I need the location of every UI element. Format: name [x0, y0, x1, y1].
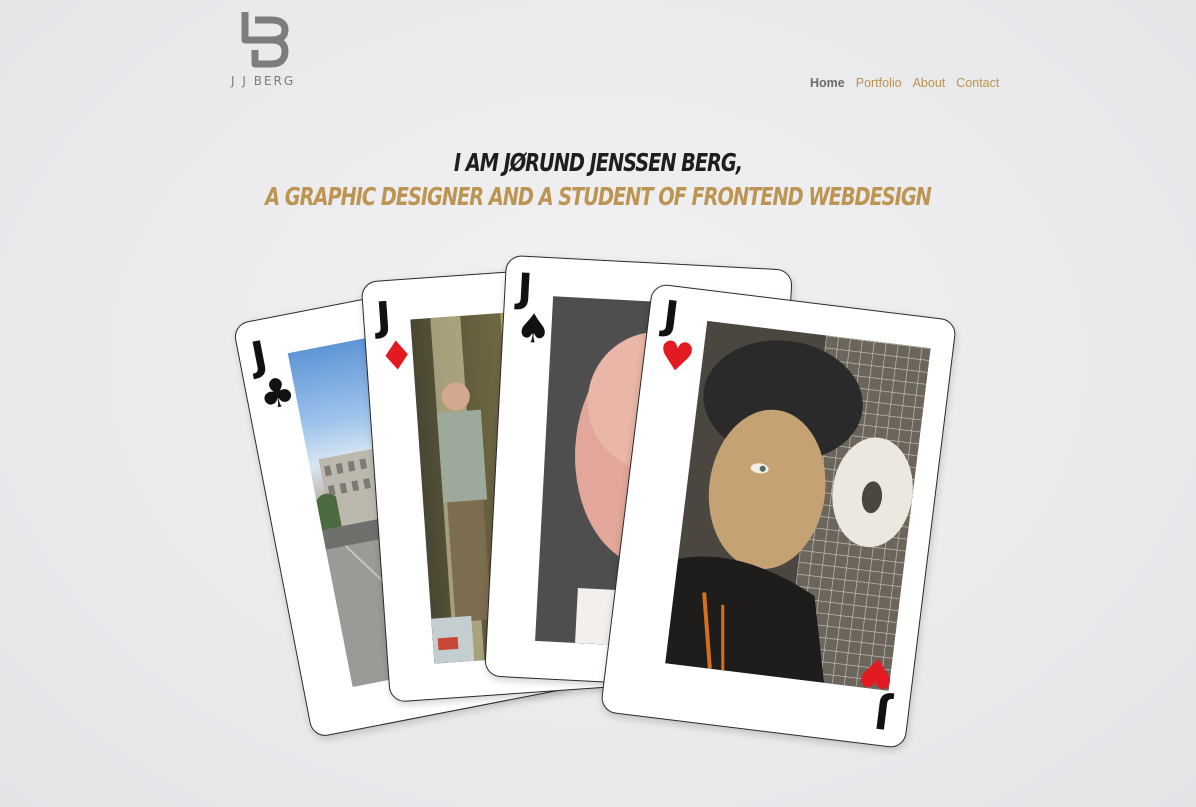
nav-item-portfolio[interactable]: Portfolio: [856, 76, 902, 90]
hero-tagline: a graphic designer and a student of fron…: [265, 182, 932, 211]
hero-intro: I am Jørund Jenssen Berg,: [453, 148, 743, 177]
hero-heading: I am Jørund Jenssen Berg, a graphic desi…: [0, 146, 1196, 214]
jjb-logo-icon: [241, 12, 289, 68]
beanie-portrait-graphic: [665, 335, 931, 691]
card-rank-top: J: [516, 265, 534, 313]
clubs-icon: ♣: [255, 368, 300, 421]
diamonds-icon: ♦: [377, 332, 417, 381]
main-nav: Home Portfolio About Contact: [810, 76, 999, 90]
spades-icon: ♠: [514, 305, 553, 354]
nav-item-contact[interactable]: Contact: [956, 76, 999, 90]
card-rank-top: J: [660, 292, 682, 341]
hearts-icon: ♥: [655, 332, 698, 383]
card-jack-of-hearts[interactable]: J ♥ ♥ J: [599, 282, 958, 750]
hearts-icon-bottom: ♥: [856, 647, 898, 698]
brand-name: J J BERG: [231, 74, 296, 88]
nav-item-about[interactable]: About: [913, 76, 946, 90]
site-logo[interactable]: J J BERG: [225, 10, 305, 90]
nav-item-home[interactable]: Home: [810, 76, 845, 90]
card-rank-bottom: J: [872, 689, 893, 737]
card-rank-top: J: [374, 293, 393, 341]
man-in-beanie-photo: [665, 320, 931, 691]
